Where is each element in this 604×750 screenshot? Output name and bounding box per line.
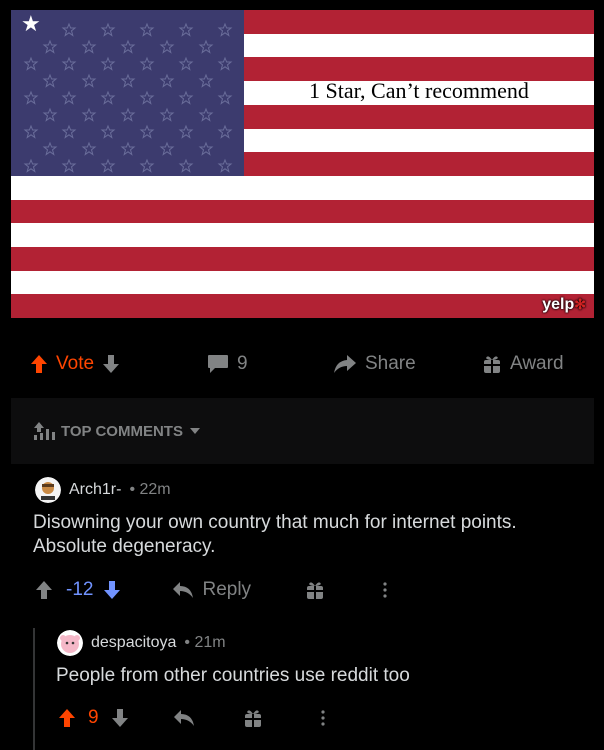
comment-score: 9 [88, 707, 99, 728]
flag-stripe [11, 294, 594, 318]
comment-time-value: 22m [139, 481, 171, 498]
sort-label: TOP COMMENTS [61, 422, 183, 440]
flag-stripe [11, 223, 594, 247]
share-arrow-icon [333, 354, 357, 374]
thread-line[interactable] [33, 628, 35, 750]
flag-stripe [11, 270, 594, 295]
reply-label: Reply [202, 579, 252, 600]
single-star-icon: ★ [21, 11, 41, 36]
avatar[interactable] [35, 477, 61, 503]
comment-time-value: 21m [194, 634, 226, 651]
comment-time: • 22m [129, 481, 171, 498]
downvote-arrow-icon[interactable] [102, 354, 120, 374]
comments-button[interactable]: 9 [207, 340, 248, 388]
gift-icon [482, 354, 502, 374]
flag-stripe [11, 175, 594, 200]
comment-body: Disowning your own country that much for… [33, 511, 517, 559]
more-options-icon[interactable] [383, 581, 387, 599]
comment-text-line: People from other countries use reddit t… [56, 665, 410, 686]
reply-button[interactable]: Reply [172, 579, 251, 601]
comment-count: 9 [237, 353, 248, 374]
downvote-arrow-icon[interactable] [103, 580, 121, 600]
upvote-arrow-icon[interactable] [30, 354, 48, 374]
sort-bars-icon [33, 422, 55, 440]
gift-icon[interactable] [243, 708, 263, 728]
comment-header: Arch1r- • 22m [35, 477, 171, 503]
chevron-down-icon [189, 427, 201, 435]
comment-text-line: Disowning your own country that much for… [33, 512, 517, 533]
comment-score: -12 [66, 579, 94, 600]
comment-action-bar: -12 Reply [35, 575, 387, 605]
comment-text-line: Absolute degeneracy. [33, 536, 216, 557]
upvote-arrow-icon[interactable] [35, 580, 53, 600]
award-button[interactable]: Award [482, 340, 564, 388]
post-action-bar: Vote 9 Share Award [0, 340, 604, 388]
yelp-logo-text: yelp [542, 296, 575, 313]
outline-stars [24, 23, 232, 172]
yelp-watermark: yelp✻ [542, 296, 586, 314]
flag-stripe [11, 199, 594, 224]
image-caption: 1 Star, Can’t recommend [309, 78, 529, 103]
more-options-icon[interactable] [320, 709, 325, 727]
comment-body: People from other countries use reddit t… [56, 664, 410, 688]
post-image[interactable]: ★ 1 Star, Can’t recommend yelp✻ [11, 10, 594, 318]
comment-sort-selector[interactable]: TOP COMMENTS [11, 398, 594, 464]
share-button[interactable]: Share [333, 340, 416, 388]
vote-control: Vote [30, 340, 120, 388]
upvote-arrow-icon[interactable] [58, 708, 76, 728]
downvote-arrow-icon[interactable] [111, 708, 129, 728]
flag-stripe [11, 247, 594, 271]
comment-time: • 21m [184, 634, 226, 651]
award-label: Award [510, 353, 564, 374]
comment-author[interactable]: despacitoya [91, 634, 176, 652]
comment-author[interactable]: Arch1r- [69, 481, 121, 499]
reply-arrow-icon[interactable] [173, 709, 195, 727]
comment-header: despacitoya • 21m [57, 630, 226, 656]
share-label: Share [365, 353, 416, 374]
gift-icon[interactable] [305, 580, 325, 600]
yelp-burst-icon: ✻ [574, 296, 586, 312]
reply-arrow-icon [172, 581, 194, 599]
comment-bubble-icon [207, 354, 229, 374]
comment-action-bar: 9 [58, 703, 325, 733]
flag-canton: ★ [11, 10, 244, 176]
vote-label: Vote [56, 353, 95, 374]
avatar[interactable] [57, 630, 83, 656]
